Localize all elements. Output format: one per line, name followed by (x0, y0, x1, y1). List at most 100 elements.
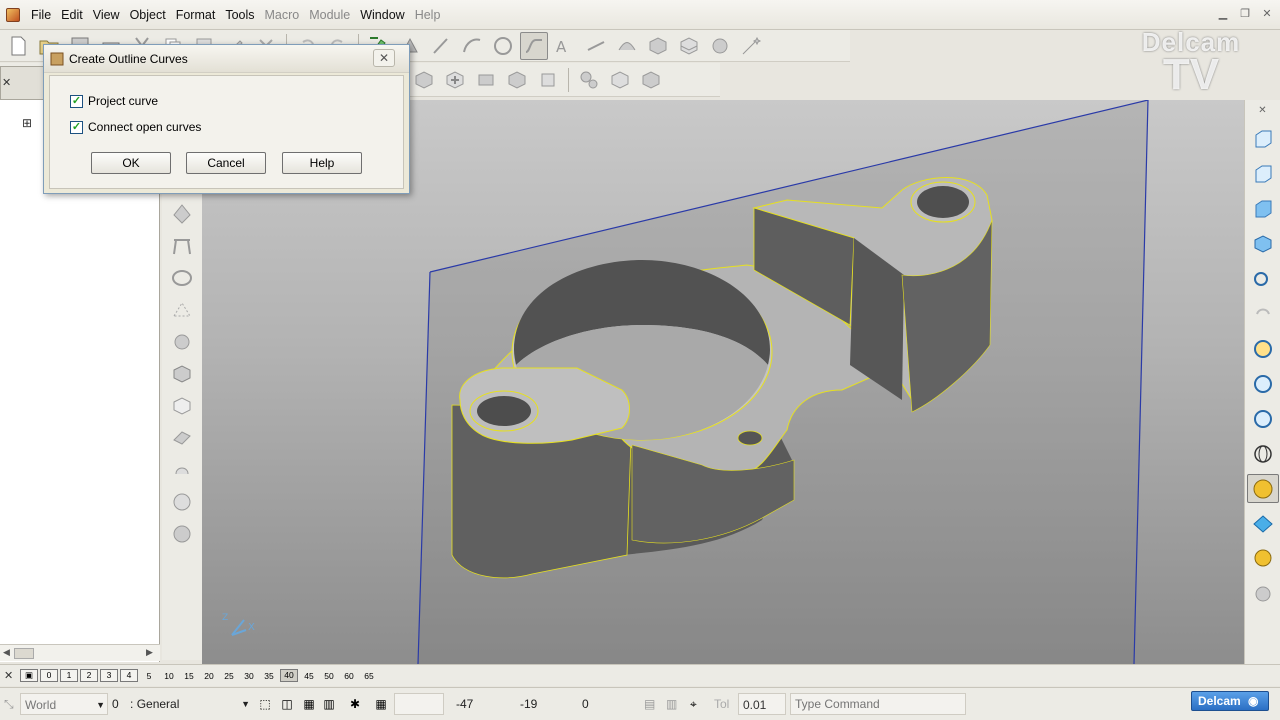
solid-sphere-2-icon[interactable] (167, 520, 197, 548)
level-number[interactable]: 20 (200, 671, 218, 681)
level-number[interactable]: 25 (220, 671, 238, 681)
connect-open-curves-option[interactable]: ✓ Connect open curves (70, 120, 201, 134)
tree-close-icon[interactable]: ✕ (2, 76, 11, 89)
restore-icon[interactable]: ❐ (1238, 7, 1252, 21)
level-icon[interactable]: ▣ (20, 669, 38, 682)
add-solid-icon[interactable] (441, 66, 469, 94)
level-number[interactable]: 50 (320, 671, 338, 681)
close-icon[interactable]: ✕ (1260, 7, 1274, 21)
workplane-icon[interactable]: ⤡ (4, 693, 14, 715)
ellipse-icon[interactable] (167, 264, 197, 292)
dialog-close-button[interactable]: ✕ (373, 49, 395, 67)
shaded-icon[interactable] (1246, 474, 1279, 503)
menu-object[interactable]: Object (125, 0, 171, 30)
curve-icon[interactable] (520, 31, 548, 60)
select-by-box-icon[interactable]: ⬚ (256, 693, 274, 715)
pattern-icon[interactable] (167, 296, 197, 324)
material-icon[interactable] (1247, 509, 1279, 538)
level-button-2[interactable]: 2 (80, 669, 98, 682)
arc-icon[interactable] (458, 32, 486, 60)
tree-root-node[interactable]: ⊞ (22, 116, 32, 130)
ok-button[interactable]: OK (91, 152, 171, 174)
lines-icon[interactable] (167, 232, 197, 260)
table-icon[interactable]: ▥ (666, 693, 682, 715)
level-button-1[interactable]: 1 (60, 669, 78, 682)
level-number[interactable]: 35 (260, 671, 278, 681)
view-undo-icon[interactable] (1247, 299, 1279, 328)
project-curve-checkbox[interactable]: ✓ (70, 94, 83, 108)
wand-icon[interactable] (737, 32, 765, 60)
level-number[interactable]: 30 (240, 671, 258, 681)
menu-help[interactable]: Help (410, 0, 446, 30)
level-button-4[interactable]: 4 (120, 669, 138, 682)
view-front-icon[interactable] (1247, 124, 1279, 153)
gears-icon[interactable] (575, 66, 603, 94)
select-solid-icon[interactable]: ▦ (300, 693, 318, 715)
menu-window[interactable]: Window (355, 0, 409, 30)
level-button-active[interactable]: 40 (280, 669, 298, 682)
level-number[interactable]: 15 (180, 671, 198, 681)
tree-scrollbar[interactable]: ◀ ▶ (0, 644, 160, 661)
feature-icon[interactable] (410, 66, 438, 94)
settings-icon[interactable]: ✱ (346, 693, 364, 715)
zoom-in-icon[interactable] (1247, 334, 1279, 363)
help-button[interactable]: Help (282, 152, 362, 174)
shell-icon[interactable] (637, 66, 665, 94)
tolerance-field[interactable]: 0.01 (738, 693, 786, 715)
view-iso-icon[interactable] (1247, 229, 1279, 258)
view-side-icon[interactable] (1247, 159, 1279, 188)
app-icon[interactable] (6, 7, 20, 22)
level-button-0[interactable]: 0 (40, 669, 58, 682)
extrude-icon[interactable] (472, 66, 500, 94)
menu-edit[interactable]: Edit (56, 0, 88, 30)
menu-file[interactable]: File (26, 0, 56, 30)
delcam-button[interactable]: Delcam ◉ (1191, 691, 1269, 711)
view-rotate-icon[interactable] (1247, 264, 1279, 293)
level-number[interactable]: 60 (340, 671, 358, 681)
scroll-right-icon[interactable]: ▶ (146, 647, 153, 658)
menu-tools[interactable]: Tools (220, 0, 259, 30)
command-input[interactable] (790, 693, 966, 715)
pointer-icon[interactable]: ⌖ (690, 693, 706, 715)
line-icon[interactable] (427, 32, 455, 60)
menu-macro[interactable]: Macro (260, 0, 305, 30)
box-icon[interactable] (167, 360, 197, 388)
fold-icon[interactable] (167, 424, 197, 452)
new-icon[interactable] (4, 32, 32, 60)
wireframe-icon[interactable] (167, 200, 197, 228)
calculator-icon[interactable]: ▤ (644, 693, 660, 715)
close-icon[interactable]: ✕ (1256, 104, 1270, 118)
grid-icon[interactable]: ▦ (372, 693, 390, 715)
surface-icon[interactable] (613, 32, 641, 60)
level-number[interactable]: 45 (300, 671, 318, 681)
project-curve-option[interactable]: ✓ Project curve (70, 94, 158, 108)
box-outline-icon[interactable] (167, 392, 197, 420)
mesh-icon[interactable] (675, 32, 703, 60)
select-cube-icon[interactable]: ◫ (278, 693, 296, 715)
menu-format[interactable]: Format (171, 0, 221, 30)
light-settings-icon[interactable] (1247, 579, 1279, 608)
light-icon[interactable] (1247, 544, 1279, 573)
level-number[interactable]: 10 (160, 671, 178, 681)
zoom-fit-icon[interactable] (1247, 404, 1279, 433)
level-button-3[interactable]: 3 (100, 669, 118, 682)
circle-icon[interactable] (489, 32, 517, 60)
level-select[interactable]: 0 : General ▼ (112, 693, 252, 715)
cancel-button[interactable]: Cancel (186, 152, 266, 174)
sphere-icon[interactable] (167, 328, 197, 356)
revolve-icon[interactable] (167, 456, 197, 484)
scroll-left-icon[interactable]: ◀ (3, 647, 10, 658)
lock-icon[interactable]: ▥ (320, 693, 338, 715)
level-bar-close-icon[interactable]: ✕ (4, 669, 18, 682)
solid-icon[interactable] (644, 32, 672, 60)
scroll-thumb[interactable] (14, 648, 34, 659)
menu-view[interactable]: View (88, 0, 125, 30)
solid-sphere-icon[interactable] (167, 488, 197, 516)
dimension-icon[interactable] (582, 32, 610, 60)
level-number[interactable]: 65 (360, 671, 378, 681)
globe-icon[interactable] (1247, 439, 1279, 468)
cut-solid-icon[interactable] (503, 66, 531, 94)
connect-open-curves-checkbox[interactable]: ✓ (70, 120, 83, 134)
menu-module[interactable]: Module (304, 0, 355, 30)
zoom-box-icon[interactable] (1247, 369, 1279, 398)
